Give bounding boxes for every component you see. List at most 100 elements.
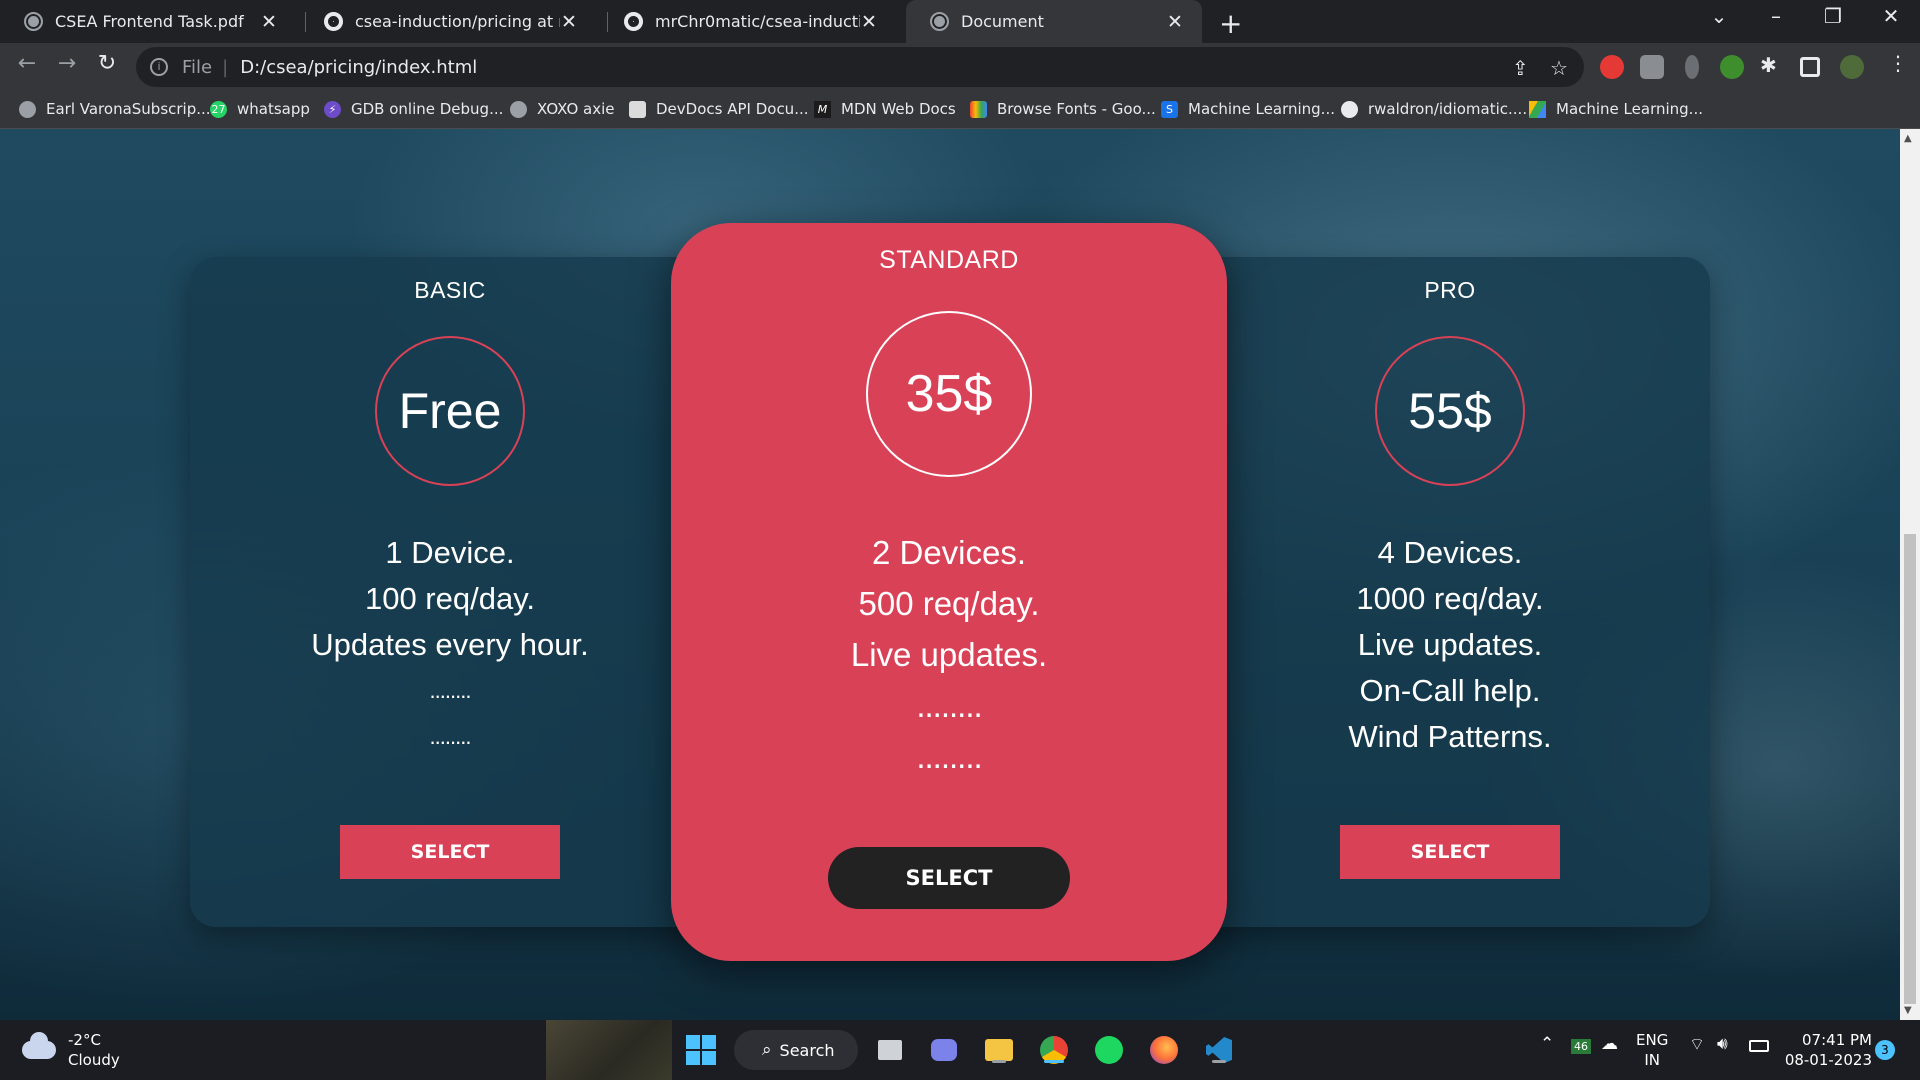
volume-icon[interactable]: 🔊︎ — [1717, 1034, 1728, 1054]
chrome-button[interactable] — [1036, 1032, 1072, 1068]
select-standard-button[interactable]: SELECT — [828, 847, 1070, 909]
feature-placeholder: ........ — [916, 687, 982, 724]
notification-badge[interactable]: 3 — [1875, 1040, 1895, 1060]
url-text[interactable]: D:/csea/pricing/index.html — [240, 57, 477, 78]
spotify-button[interactable] — [1091, 1032, 1127, 1068]
back-arrow-icon[interactable]: ← — [12, 51, 42, 76]
star-icon[interactable]: ☆ — [1550, 56, 1568, 80]
feature-item: Wind Patterns. — [1348, 719, 1552, 754]
feature-item: 1000 req/day. — [1356, 581, 1544, 616]
tab-document[interactable]: Document ✕ — [906, 0, 1202, 43]
menu-icon[interactable]: ⋮ — [1888, 51, 1908, 75]
bookmark-label: XOXO axie — [537, 100, 615, 118]
price-circle: Free — [375, 336, 525, 486]
task-view-icon — [878, 1040, 902, 1060]
bookmark-label: Earl VaronaSubscrip... — [46, 100, 211, 118]
chat-button[interactable] — [926, 1032, 962, 1068]
devdocs-icon — [629, 100, 646, 118]
bookmark-item[interactable]: 27 whatsapp — [210, 100, 310, 118]
plan-card-standard: STANDARD 35$ 2 Devices. 500 req/day. Liv… — [671, 223, 1227, 961]
bookmark-item[interactable]: S Machine Learning... — [1161, 100, 1335, 118]
taskbar-search[interactable]: ⌕ Search — [734, 1030, 858, 1070]
feature-item: 500 req/day. — [858, 585, 1040, 622]
tab-title: mrChr0matic/csea-induction — [655, 12, 860, 31]
plan-price: 55$ — [1408, 383, 1492, 439]
scroll-down-icon[interactable]: ▼ — [1904, 1005, 1912, 1016]
bookmarks-bar: Earl VaronaSubscrip... 27 whatsapp ⚡ GDB o… — [0, 91, 1920, 129]
widget-thumbnail[interactable] — [546, 1020, 672, 1080]
reload-icon[interactable]: ↻ — [92, 51, 122, 76]
search-label: Search — [779, 1040, 835, 1060]
avatar[interactable] — [1840, 55, 1864, 79]
share-icon[interactable]: ⇪ — [1512, 56, 1529, 80]
forward-arrow-icon[interactable]: → — [52, 51, 82, 76]
wifi-icon[interactable]: ⌔ — [1689, 1034, 1705, 1055]
onedrive-icon[interactable]: ☁ — [1601, 1034, 1618, 1054]
tab-csea-induction[interactable]: mrChr0matic/csea-induction ✕ — [600, 0, 896, 43]
feature-item: 4 Devices. — [1377, 535, 1523, 570]
tab-strip: CSEA Frontend Task.pdf ✕ csea-induction/… — [0, 0, 1920, 43]
github-icon — [1341, 100, 1358, 118]
close-window-icon[interactable]: ✕ — [1876, 4, 1906, 28]
tray-badge[interactable]: 46 — [1571, 1039, 1591, 1054]
globe-icon — [24, 12, 43, 31]
close-icon[interactable]: ✕ — [860, 11, 878, 33]
bookmark-item[interactable]: ⚡ GDB online Debug... — [324, 100, 503, 118]
extension-icon[interactable] — [1640, 55, 1664, 79]
feature-list: 2 Devices. 500 req/day. Live updates. ..… — [671, 527, 1227, 782]
chevron-down-icon[interactable]: ⌄ — [1704, 4, 1734, 28]
system-clock[interactable]: 07:41 PM 08-01-2023 — [1782, 1030, 1872, 1070]
new-tab-icon[interactable]: + — [1219, 7, 1242, 40]
page-viewport: BASIC Free 1 Device. 100 req/day. Update… — [0, 129, 1900, 1020]
extension-icon[interactable] — [1685, 55, 1699, 79]
bookmark-label: MDN Web Docs — [841, 100, 956, 118]
scroll-up-icon[interactable]: ▲ — [1904, 133, 1912, 144]
globe-icon — [19, 100, 36, 118]
bookmark-item[interactable]: Machine Learning... — [1529, 100, 1703, 118]
info-icon[interactable]: i — [150, 58, 168, 76]
github-icon — [624, 12, 643, 31]
bookmark-item[interactable]: DevDocs API Docu... — [629, 100, 809, 118]
language-indicator[interactable]: ENG IN — [1636, 1030, 1668, 1070]
select-pro-button[interactable]: SELECT — [1340, 825, 1560, 879]
start-button[interactable] — [683, 1032, 719, 1068]
feature-item: Live updates. — [850, 636, 1048, 673]
firefox-button[interactable] — [1146, 1032, 1182, 1068]
chevron-up-icon[interactable]: ⌃ — [1540, 1034, 1554, 1054]
bookmark-item[interactable]: M MDN Web Docs — [814, 100, 956, 118]
tab-csea-frontend-task[interactable]: CSEA Frontend Task.pdf ✕ — [0, 0, 296, 43]
tab-csea-pricing[interactable]: csea-induction/pricing at main · mrChr0m… — [300, 0, 596, 43]
weather-description: Cloudy — [68, 1051, 120, 1069]
side-panel-icon[interactable] — [1800, 57, 1820, 77]
address-bar[interactable]: i File | D:/csea/pricing/index.html ⇪ ☆ — [136, 47, 1584, 87]
vscode-button[interactable] — [1201, 1032, 1237, 1068]
battery-icon[interactable] — [1749, 1040, 1769, 1052]
minimize-icon[interactable]: – — [1761, 4, 1791, 28]
task-view-button[interactable] — [872, 1032, 908, 1068]
file-explorer-button[interactable] — [981, 1032, 1017, 1068]
weather-widget[interactable]: -2°C Cloudy — [22, 1030, 120, 1070]
tree-extension-icon[interactable] — [1720, 55, 1744, 79]
bookmark-item[interactable]: Browse Fonts - Goo... — [970, 100, 1156, 118]
select-basic-button[interactable]: SELECT — [340, 825, 560, 879]
bookmark-item[interactable]: XOXO axie — [510, 100, 615, 118]
price-circle: 35$ — [866, 311, 1032, 477]
restore-icon[interactable]: ❐ — [1818, 4, 1848, 28]
page-scrollbar[interactable]: ▲ ▼ — [1900, 129, 1920, 1020]
globe-icon — [930, 12, 949, 31]
feature-item: 2 Devices. — [871, 534, 1027, 571]
close-icon[interactable]: ✕ — [260, 11, 278, 33]
scrollbar-thumb[interactable] — [1904, 534, 1916, 1004]
puzzle-icon[interactable]: ✱ — [1760, 53, 1777, 77]
lightning-icon: ⚡ — [324, 100, 341, 118]
adblock-icon[interactable] — [1600, 55, 1624, 79]
plan-card-pro: PRO 55$ 4 Devices. 1000 req/day. Live up… — [1190, 257, 1710, 927]
close-icon[interactable]: ✕ — [1166, 11, 1184, 33]
bookmark-item[interactable]: rwaldron/idiomatic.... — [1341, 100, 1527, 118]
close-icon[interactable]: ✕ — [560, 11, 578, 33]
globe-icon — [510, 100, 527, 118]
url-scheme: File — [182, 56, 213, 78]
bookmark-item[interactable]: Earl VaronaSubscrip... — [19, 100, 211, 118]
s-icon: S — [1161, 100, 1178, 118]
tab-title: Document — [961, 12, 1044, 31]
